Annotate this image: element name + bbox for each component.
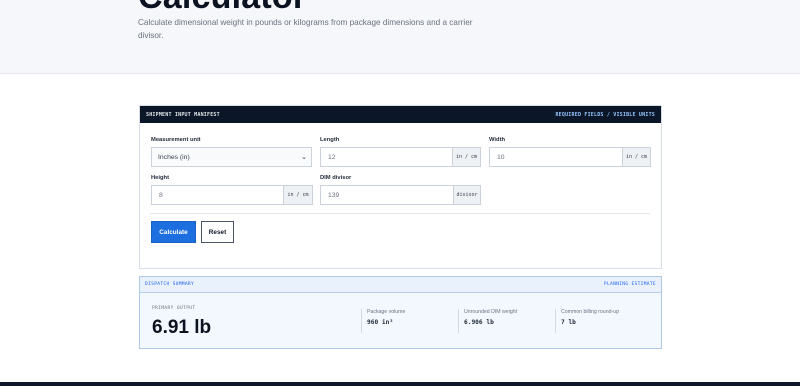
metric-value: 960 in³: [367, 319, 394, 326]
length-input[interactable]: 12 in / cm: [320, 147, 481, 167]
input-card-title: SHIPMENT INPUT MANIFEST: [146, 111, 220, 118]
chevron-down-icon: ⌄: [301, 154, 307, 161]
primary-output-value: 6.91 lb: [152, 317, 212, 338]
metric-value: 6.906 lb: [464, 319, 494, 326]
metric-value: 7 lb: [561, 319, 576, 326]
form-divider: [150, 213, 650, 214]
length-value: 12: [328, 153, 336, 161]
height-value: 8: [159, 191, 163, 199]
calculate-button[interactable]: Calculate: [151, 221, 196, 243]
summary-card: DISPATCH SUMMARY PLANNING ESTIMATE PRIMA…: [139, 276, 662, 349]
length-label: Length: [320, 137, 340, 143]
measurement-unit-value: Inches (in): [158, 153, 190, 161]
dim-divisor-input[interactable]: 139 divisor: [320, 185, 481, 205]
width-value: 10: [497, 153, 505, 161]
dim-divisor-label: DIM divisor: [320, 175, 352, 181]
footer-bar: [0, 382, 800, 386]
length-unit-addon: in / cm: [452, 148, 480, 166]
metric-label: Package volume: [367, 309, 406, 315]
page-subtitle: Calculate dimensional weight in pounds o…: [138, 18, 473, 40]
summary-card-note: PLANNING ESTIMATE: [603, 282, 656, 287]
page-header: Calculator Calculate dimensional weight …: [0, 0, 800, 74]
primary-output-label: PRIMARY OUTPUT: [152, 306, 196, 311]
dim-divisor-value: 139: [328, 191, 340, 199]
metric-label: Unrounded DIM weight: [464, 309, 518, 315]
reset-button[interactable]: Reset: [201, 221, 234, 243]
width-unit-addon: in / cm: [622, 148, 650, 166]
summary-card-title: DISPATCH SUMMARY: [145, 282, 195, 287]
measurement-unit-label: Measurement unit: [151, 137, 201, 143]
measurement-unit-select[interactable]: Inches (in) ⌄: [151, 147, 312, 167]
dim-divisor-unit-addon: divisor: [453, 186, 480, 204]
metric-unrounded-dim-weight: Unrounded DIM weight 6.906 lb: [458, 309, 517, 333]
metric-package-volume: Package volume 960 in³: [361, 309, 405, 333]
summary-card-header: DISPATCH SUMMARY PLANNING ESTIMATE: [140, 277, 661, 293]
input-card-header: SHIPMENT INPUT MANIFEST REQUIRED FIELDS …: [140, 106, 661, 123]
input-card: SHIPMENT INPUT MANIFEST REQUIRED FIELDS …: [139, 105, 662, 269]
input-card-note: REQUIRED FIELDS / VISIBLE UNITS: [555, 111, 655, 118]
height-label: Height: [151, 175, 170, 181]
metric-billing-round-up: Common billing round-up 7 lb: [555, 309, 619, 333]
metric-label: Common billing round-up: [561, 309, 619, 315]
width-label: Width: [489, 137, 506, 143]
width-input[interactable]: 10 in / cm: [489, 147, 651, 167]
height-input[interactable]: 8 in / cm: [151, 185, 313, 205]
page-title: Calculator: [138, 0, 306, 14]
height-unit-addon: in / cm: [283, 186, 312, 204]
